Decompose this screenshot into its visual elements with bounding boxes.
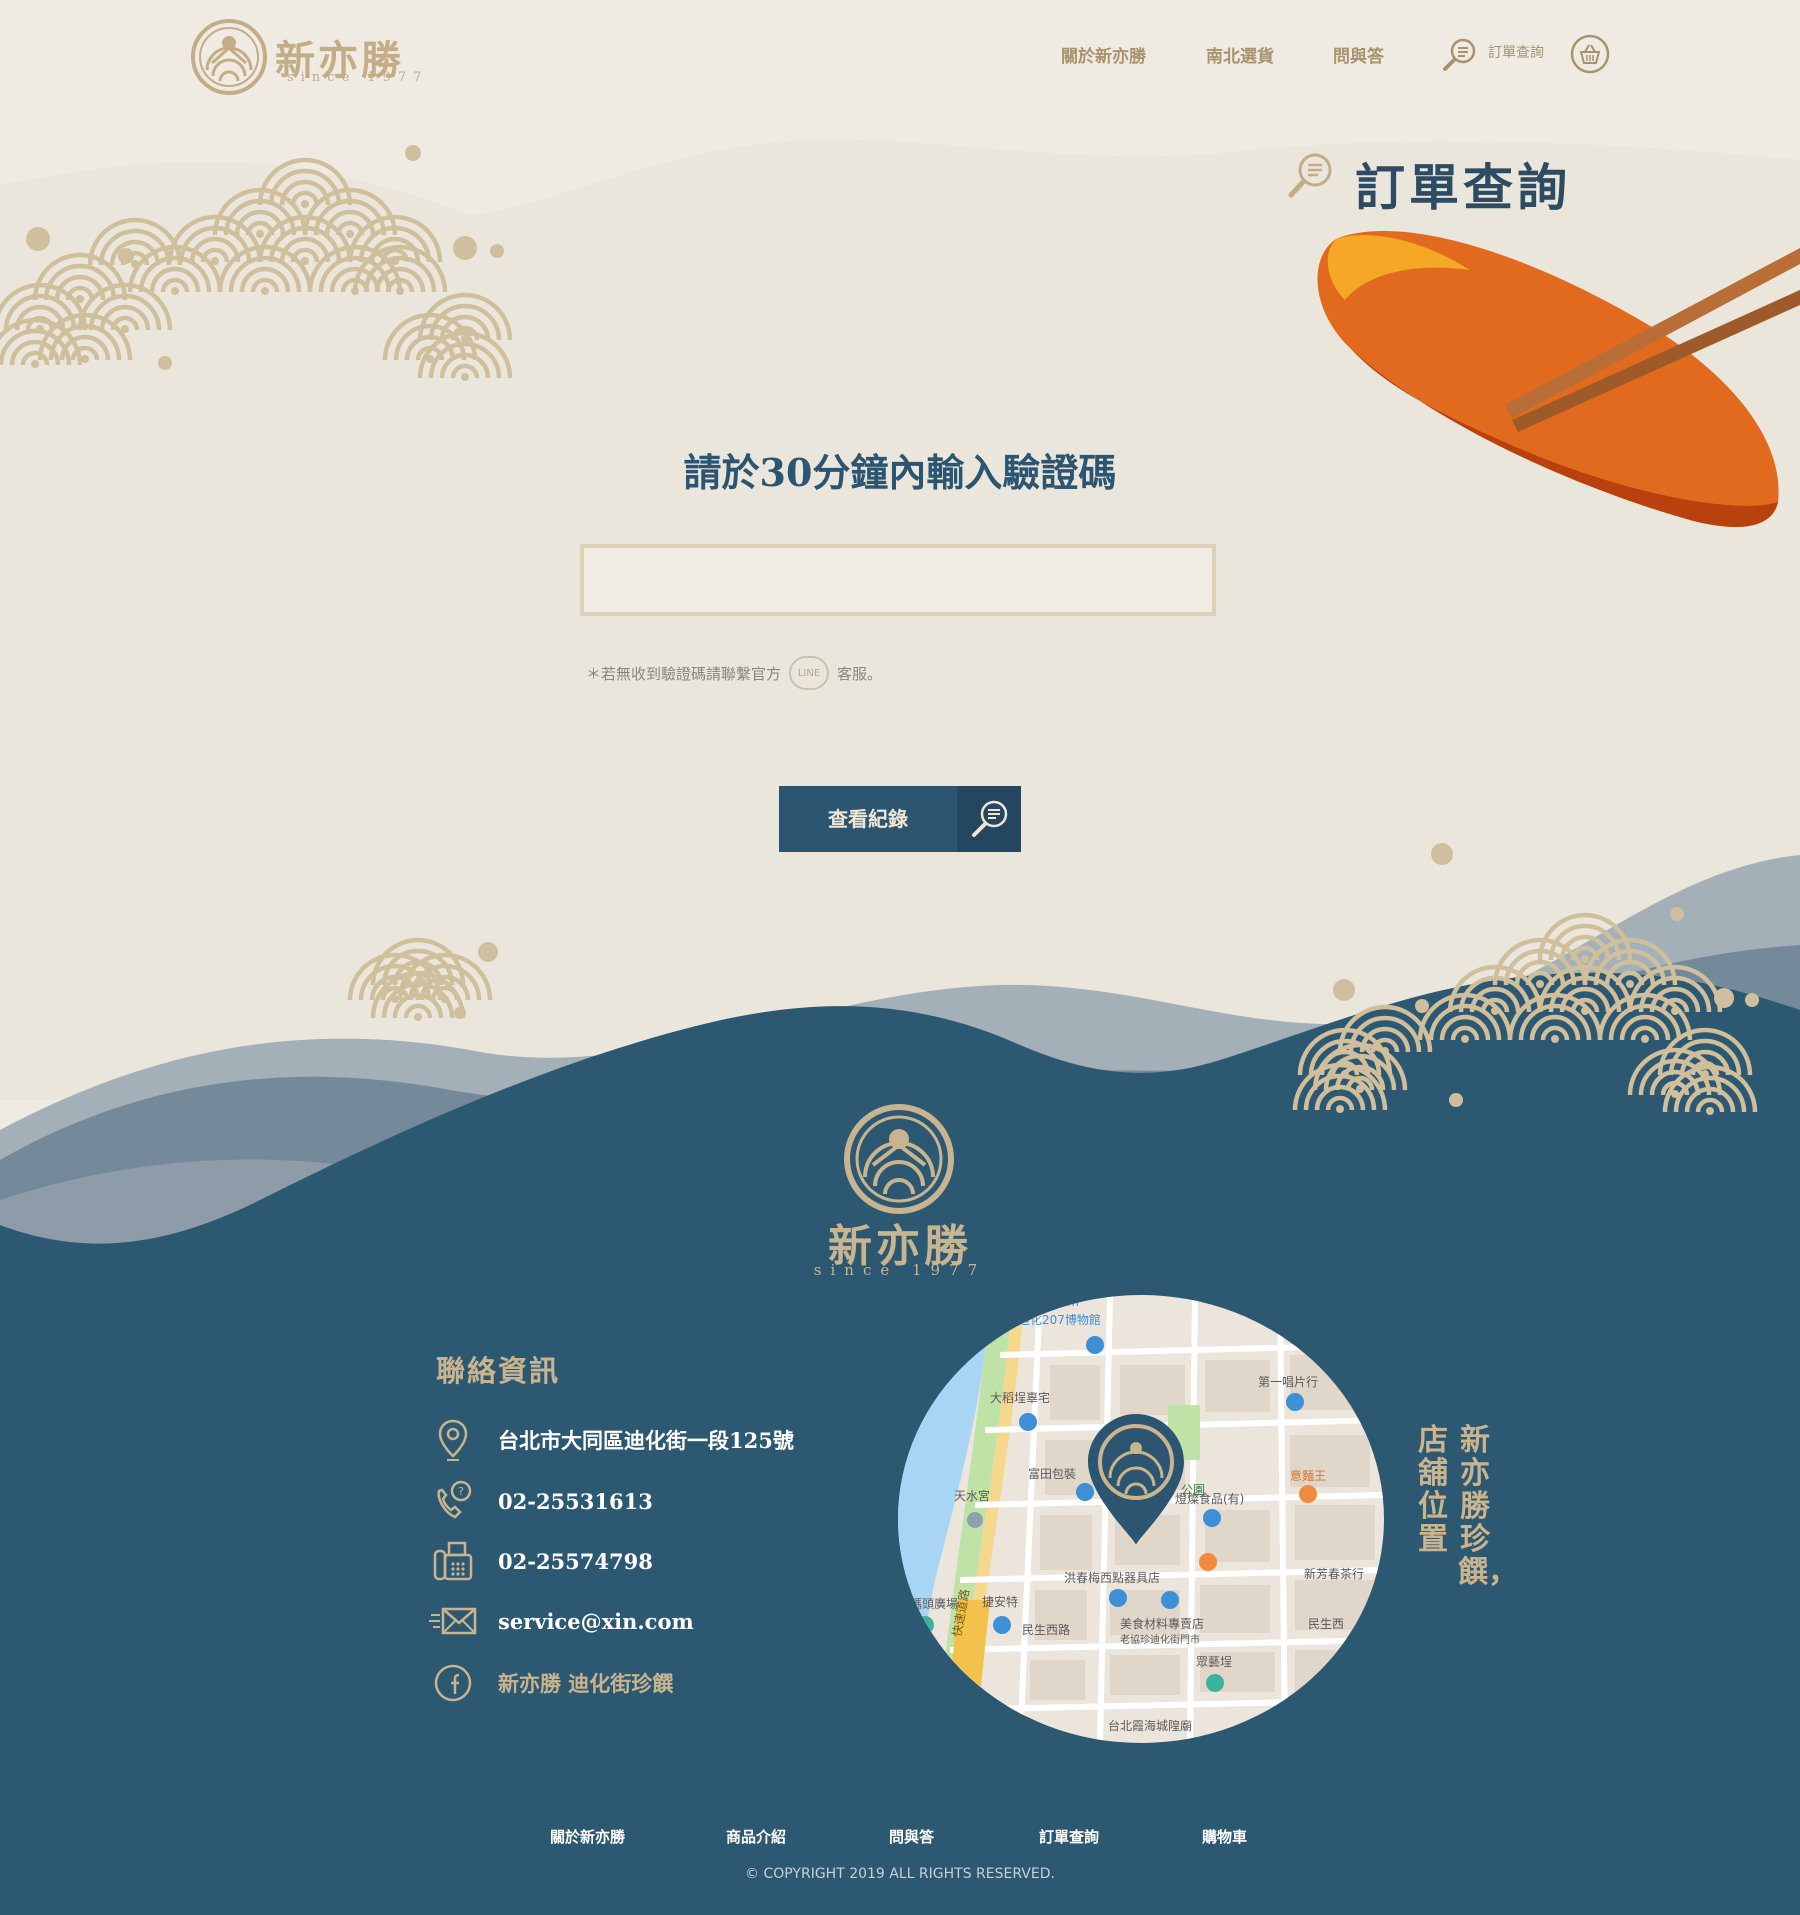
contact-fax: 02-25574798 <box>498 1548 653 1574</box>
phone-question-icon: ? <box>428 1476 478 1526</box>
contact-address: 台北市大同區迪化街一段125號 <box>498 1428 794 1453</box>
facebook-icon[interactable] <box>428 1658 478 1708</box>
footer-nav-products[interactable]: 商品介紹 <box>726 1826 786 1847</box>
map-label: 民生西路 <box>1022 1623 1071 1637</box>
contact-email[interactable]: service@xin.com <box>498 1609 694 1634</box>
view-records-button-label: 查看紀錄 <box>828 807 908 831</box>
map-label: 新芳春茶行 <box>1304 1567 1365 1581</box>
footer-brand-since: since 1977 <box>813 1261 987 1279</box>
map-label: 意麵王 <box>1290 1469 1327 1483</box>
footer-logo-emblem[interactable] <box>843 1103 955 1215</box>
map-label: 碼頭廣場 <box>910 1597 959 1611</box>
map-label: Museum <box>1028 1295 1079 1309</box>
contact-info-title: 聯絡資訊 <box>436 1354 561 1388</box>
contact-email-row: service@xin.com <box>428 1596 694 1646</box>
copyright: © COPYRIGHT 2019 ALL RIGHTS RESERVED. <box>745 1866 1055 1882</box>
map-label: 美食材料專賣店 <box>1120 1617 1205 1631</box>
nav-item-faq[interactable]: 問與答 <box>1333 42 1384 67</box>
map-label: 燈燦食品(有) <box>1175 1492 1245 1506</box>
line-icon[interactable]: LINE <box>789 656 830 690</box>
note-text-after: 客服。 <box>837 664 883 683</box>
store-location-title-col2: 店舖位置 <box>1418 1423 1448 1557</box>
note-text-before: ＊若無收到驗證碼請聯繫官方 <box>586 664 782 683</box>
map-label: 天水宮 <box>954 1489 991 1503</box>
verification-note: ＊若無收到驗證碼請聯繫官方 LINE 客服。 <box>586 656 882 690</box>
nav-item-products[interactable]: 南北選貨 <box>1206 42 1274 67</box>
header-brand-since: since 1977 <box>287 70 429 85</box>
fax-icon <box>428 1536 478 1586</box>
mail-icon <box>428 1596 478 1646</box>
contact-phone[interactable]: 02-25531613 <box>498 1489 653 1514</box>
contact-address-row: 台北市大同區迪化街一段125號 <box>428 1415 794 1465</box>
map-label: 民生西 <box>1308 1617 1345 1631</box>
header-logo-emblem[interactable] <box>190 18 268 96</box>
map-label: 第一唱片行 <box>1258 1375 1319 1389</box>
footer-nav-cart[interactable]: 購物車 <box>1202 1826 1247 1847</box>
heading-search-icon <box>1287 150 1335 200</box>
footer-nav-about[interactable]: 關於新亦勝 <box>550 1826 625 1847</box>
nav-item-about[interactable]: 關於新亦勝 <box>1061 42 1146 67</box>
location-pin-icon <box>428 1415 478 1465</box>
map-label: 老協珍迪化街門市 <box>1120 1635 1200 1646</box>
map-label: 迪化207博物館 <box>1018 1313 1101 1327</box>
contact-phone-row: ? 02-25531613 <box>428 1476 653 1526</box>
footer-nav-faq[interactable]: 問與答 <box>889 1826 934 1847</box>
order-search-icon[interactable] <box>1442 36 1478 72</box>
svg-text:?: ? <box>458 1485 464 1498</box>
magnifier-icon <box>957 786 1021 852</box>
store-location-title-col1: 新亦勝珍饌， <box>1458 1423 1518 1590</box>
footer-nav-order-query[interactable]: 訂單查詢 <box>1039 1826 1099 1847</box>
contact-fax-row: 02-25574798 <box>428 1536 653 1586</box>
page-title: 訂單查詢 <box>1355 158 1571 217</box>
map-label: 大稻埕辜宅 <box>990 1391 1051 1405</box>
map-label: 台北霞海城隍廟 <box>1108 1719 1193 1733</box>
map-label: 捷安特 <box>982 1595 1019 1609</box>
verification-prompt: 請於30分鐘內輸入驗證碼 <box>683 450 1117 495</box>
nav-item-order-query[interactable]: 訂單查詢 <box>1488 42 1544 62</box>
view-records-button[interactable]: 查看紀錄 <box>779 786 1021 852</box>
cart-basket-icon[interactable] <box>1570 34 1610 74</box>
contact-facebook[interactable]: 新亦勝 迪化街珍饌 <box>498 1668 673 1698</box>
map-label: 富田包裝 <box>1028 1467 1077 1481</box>
contact-facebook-row[interactable]: 新亦勝 迪化街珍饌 <box>428 1658 673 1708</box>
map-label: 洪春梅西點器具店 <box>1064 1571 1161 1585</box>
store-location-map[interactable]: Museum 迪化207博物館 第一唱片行 大稻埕辜宅 公園 富田包裝 燈燦食品… <box>898 1295 1385 1743</box>
page: 新亦勝 since 1977 關於新亦勝 南北選貨 問與答 訂單查詢 訂單查詢 … <box>0 0 1800 1915</box>
verification-code-input[interactable] <box>580 544 1216 616</box>
map-label: 眾藝埕 <box>1196 1655 1233 1669</box>
